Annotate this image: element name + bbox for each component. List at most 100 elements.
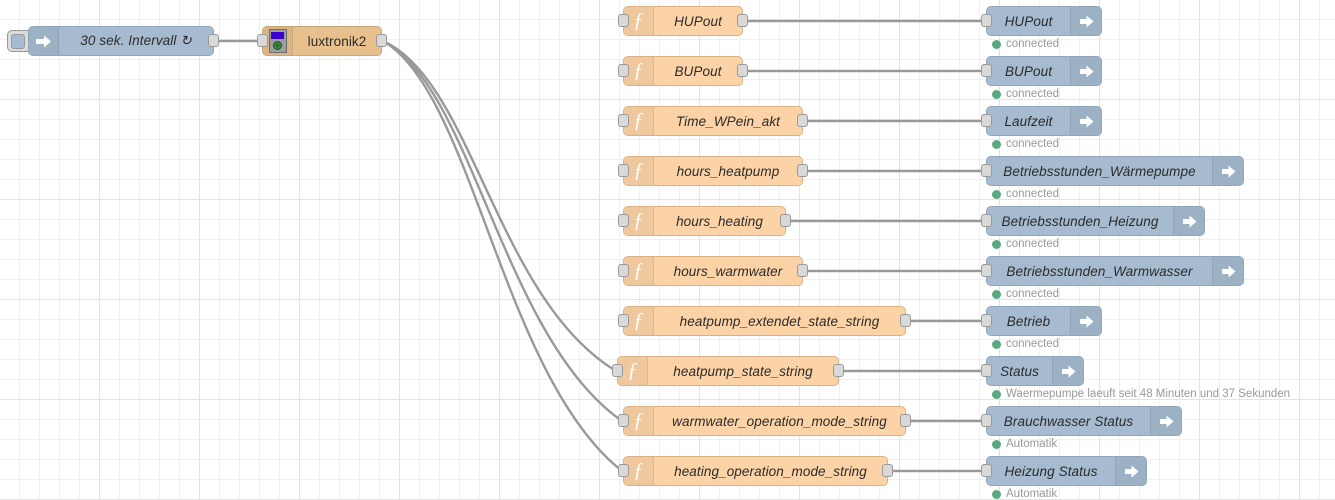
- mqtt-input-port[interactable]: [981, 214, 992, 227]
- function-node[interactable]: ƒ hours_heatpump: [618, 156, 808, 186]
- mqtt-input-port[interactable]: [981, 114, 992, 127]
- status-dot-icon: [992, 139, 1001, 149]
- status-dot-icon: [992, 289, 1001, 299]
- mqtt-input-port[interactable]: [981, 264, 992, 277]
- mqtt-out-node[interactable]: Heizung Status: [981, 456, 1147, 486]
- function-node[interactable]: ƒ heating_operation_mode_string: [618, 456, 893, 486]
- function-node[interactable]: ƒ Time_WPein_akt: [618, 106, 808, 136]
- function-output-port[interactable]: [737, 64, 748, 77]
- function-node-label: heatpump_extendet_state_string: [679, 313, 880, 329]
- function-output-port[interactable]: [900, 414, 911, 427]
- function-node[interactable]: ƒ BUPout: [618, 56, 748, 86]
- mqtt-out-node[interactable]: Brauchwasser Status: [981, 406, 1182, 436]
- node-status: connected: [992, 138, 1059, 150]
- node-status: connected: [992, 188, 1059, 200]
- status-text: connected: [1006, 188, 1060, 200]
- mqtt-arrow-icon: [1070, 307, 1101, 335]
- inject-node[interactable]: 30 sek. Intervall ↻: [7, 26, 219, 56]
- function-node-label: heating_operation_mode_string: [674, 463, 867, 479]
- status-dot-icon: [992, 489, 1001, 499]
- mqtt-input-port[interactable]: [981, 164, 992, 177]
- mqtt-input-port[interactable]: [981, 364, 992, 377]
- node-status: Automatik: [992, 488, 1057, 500]
- function-input-port[interactable]: [618, 314, 629, 327]
- mqtt-out-node[interactable]: HUPout: [981, 6, 1102, 36]
- status-text: connected: [1006, 38, 1060, 50]
- mqtt-node-label: Heizung Status: [1004, 463, 1098, 479]
- function-node-label: HUPout: [674, 13, 722, 29]
- mqtt-out-node[interactable]: Betriebsstunden_Wärmepumpe: [981, 156, 1244, 186]
- function-node[interactable]: ƒ hours_warmwater: [618, 256, 808, 286]
- function-input-port[interactable]: [618, 464, 629, 477]
- function-node-label: BUPout: [674, 63, 722, 79]
- node-status: connected: [992, 288, 1059, 300]
- luxtronik2-input-port[interactable]: [257, 34, 268, 47]
- function-input-port[interactable]: [618, 64, 629, 77]
- mqtt-arrow-icon: [1070, 7, 1101, 35]
- function-node[interactable]: ƒ heatpump_state_string: [612, 356, 844, 386]
- wire[interactable]: [382, 39, 623, 472]
- function-node[interactable]: ƒ heatpump_extendet_state_string: [618, 306, 911, 336]
- flow-canvas[interactable]: 30 sek. Intervall ↻ luxtronik2 ƒ HUPout ƒ B…: [0, 0, 1335, 500]
- node-status: connected: [992, 338, 1059, 350]
- inject-output-port[interactable]: [208, 34, 219, 47]
- mqtt-node-label: Brauchwasser Status: [1003, 413, 1134, 429]
- mqtt-arrow-icon: [1212, 157, 1243, 185]
- luxtronik2-node-label: luxtronik2: [307, 33, 367, 49]
- wire[interactable]: [382, 39, 617, 373]
- mqtt-input-port[interactable]: [981, 464, 992, 477]
- status-dot-icon: [992, 239, 1001, 249]
- node-status: Automatik: [992, 438, 1057, 450]
- mqtt-node-label: Betriebsstunden_Wärmepumpe: [1003, 163, 1196, 179]
- function-output-port[interactable]: [797, 264, 808, 277]
- status-text: connected: [1006, 138, 1060, 150]
- function-output-port[interactable]: [882, 464, 893, 477]
- mqtt-node-label: HUPout: [1004, 13, 1053, 29]
- function-output-port[interactable]: [797, 114, 808, 127]
- function-output-port[interactable]: [797, 164, 808, 177]
- mqtt-arrow-icon: [1212, 257, 1243, 285]
- function-input-port[interactable]: [618, 414, 629, 427]
- function-input-port[interactable]: [618, 164, 629, 177]
- function-output-port[interactable]: [833, 364, 844, 377]
- function-node-label: hours_heating: [676, 213, 763, 229]
- function-input-port[interactable]: [618, 114, 629, 127]
- function-input-port[interactable]: [618, 14, 629, 27]
- inject-trigger-button[interactable]: [7, 30, 28, 52]
- function-node-label: warmwater_operation_mode_string: [672, 413, 887, 429]
- status-dot-icon: [992, 339, 1001, 349]
- luxtronik2-output-port[interactable]: [376, 34, 387, 47]
- status-dot-icon: [992, 189, 1001, 199]
- mqtt-input-port[interactable]: [981, 64, 992, 77]
- mqtt-arrow-icon: [1070, 57, 1101, 85]
- mqtt-out-node[interactable]: Betrieb: [981, 306, 1102, 336]
- status-text: Waermepumpe laeuft seit 48 Minuten und 3…: [1006, 388, 1291, 400]
- node-status: connected: [992, 238, 1059, 250]
- mqtt-input-port[interactable]: [981, 414, 992, 427]
- mqtt-out-node[interactable]: Laufzeit: [981, 106, 1102, 136]
- status-dot-icon: [992, 439, 1001, 449]
- mqtt-out-node[interactable]: Betriebsstunden_Heizung: [981, 206, 1205, 236]
- mqtt-input-port[interactable]: [981, 314, 992, 327]
- mqtt-input-port[interactable]: [981, 14, 992, 27]
- function-input-port[interactable]: [618, 264, 629, 277]
- function-node[interactable]: ƒ hours_heating: [618, 206, 791, 236]
- luxtronik2-node[interactable]: luxtronik2: [257, 26, 387, 56]
- mqtt-out-node[interactable]: Status: [981, 356, 1084, 386]
- function-node[interactable]: ƒ HUPout: [618, 6, 748, 36]
- function-input-port[interactable]: [612, 364, 623, 377]
- mqtt-out-node[interactable]: BUPout: [981, 56, 1102, 86]
- function-input-port[interactable]: [618, 214, 629, 227]
- function-node[interactable]: ƒ warmwater_operation_mode_string: [618, 406, 911, 436]
- inject-arrow-icon: [29, 27, 59, 55]
- status-text: connected: [1006, 238, 1060, 250]
- inject-node-label: 30 sek. Intervall ↻: [80, 33, 192, 48]
- mqtt-out-node[interactable]: Betriebsstunden_Warmwasser: [981, 256, 1244, 286]
- node-status: connected: [992, 38, 1059, 50]
- function-output-port[interactable]: [737, 14, 748, 27]
- function-output-port[interactable]: [780, 214, 791, 227]
- function-output-port[interactable]: [900, 314, 911, 327]
- wire[interactable]: [382, 39, 623, 422]
- inject-button-face: [11, 33, 25, 49]
- mqtt-node-label: BUPout: [1004, 63, 1053, 79]
